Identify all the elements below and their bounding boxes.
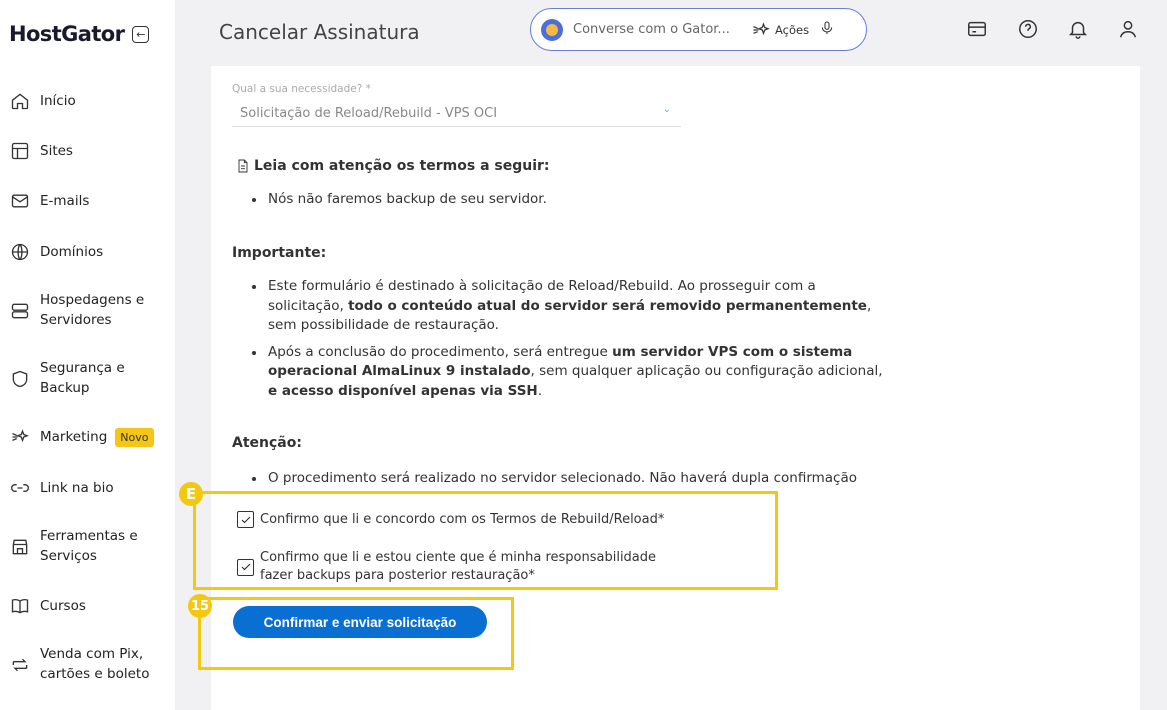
- sidebar-item-label: Ferramentas e Serviços: [40, 528, 138, 564]
- chevron-down-icon: ⌄: [662, 104, 671, 115]
- sidebar-item-inicio[interactable]: Início: [9, 90, 76, 112]
- sidebar-item-label: E-mails: [40, 193, 90, 209]
- need-select-value: Solicitação de Reload/Rebuild - VPS OCI: [240, 105, 498, 121]
- home-icon: [9, 90, 31, 112]
- link-icon: [9, 477, 31, 499]
- text-span: Após a conclusão do procedimento, será e…: [268, 343, 613, 360]
- sidebar-item-sites[interactable]: Sites: [9, 140, 73, 162]
- sidebar-item-dominios[interactable]: Domínios: [9, 241, 103, 263]
- server-icon: [9, 300, 31, 322]
- sidebar-item-emails[interactable]: E-mails: [9, 190, 89, 212]
- sidebar-item-label: Início: [40, 93, 76, 109]
- collapse-sidebar-icon[interactable]: ←: [132, 25, 150, 43]
- sidebar-item-label: Marketing: [40, 429, 108, 445]
- list-item: Após a conclusão do procedimento, será e…: [251, 343, 891, 402]
- sparkle-icon: [753, 21, 770, 35]
- bold-text: e acesso disponível apenas via SSH: [268, 382, 538, 399]
- exchange-icon: [9, 654, 31, 676]
- sidebar-item-link-na-bio[interactable]: Link na bio: [9, 477, 114, 499]
- terms-heading: Leia com atenção os termos a seguir:: [235, 157, 550, 175]
- text-span: .: [537, 382, 543, 399]
- document-icon: [238, 159, 248, 173]
- sparkle-icon: [9, 426, 31, 448]
- gator-chat-search[interactable]: Converse com o Gator... Ações: [530, 8, 867, 51]
- sidebar-item-label: Venda com Pix, cartões e boleto: [40, 646, 150, 682]
- list-item: Nós não faremos backup de seu servidor.: [251, 190, 891, 210]
- layout-icon: [9, 140, 31, 162]
- list-item: O procedimento será realizado no servido…: [251, 469, 891, 489]
- sidebar-item-label: Segurança e Backup: [40, 360, 125, 396]
- annotation-highlight-checkboxes: [193, 491, 778, 590]
- shield-icon: [9, 368, 31, 390]
- attention-title: Atenção:: [232, 435, 302, 451]
- top-header: Cancelar Assinatura Converse com o Gator…: [175, 0, 1167, 62]
- sidebar-item-label: Link na bio: [40, 480, 114, 496]
- important-list: Este formulário é destinado à solicitaçã…: [251, 277, 891, 408]
- store-icon: [9, 536, 31, 558]
- sidebar-item-venda-pix[interactable]: Venda com Pix, cartões e boleto: [9, 644, 162, 684]
- page-title: Cancelar Assinatura: [219, 20, 420, 44]
- mail-icon: [9, 190, 31, 212]
- logo-row: HostGator ←: [9, 22, 150, 46]
- text-span: , sem qualquer aplicação ou configuração…: [530, 363, 883, 379]
- sidebar-item-marketing[interactable]: Marketing Novo: [9, 426, 154, 448]
- bold-text: todo o conteúdo atual do servidor será r…: [348, 297, 867, 314]
- book-icon: [9, 595, 31, 617]
- gator-avatar-icon: [541, 18, 563, 41]
- actions-label: Ações: [775, 22, 810, 37]
- sidebar-item-label: Sites: [40, 143, 73, 159]
- annotation-highlight-submit: [198, 597, 514, 670]
- billing-card-icon[interactable]: [966, 18, 988, 40]
- microphone-icon[interactable]: [819, 19, 835, 41]
- user-profile-icon[interactable]: [1117, 18, 1139, 40]
- help-icon[interactable]: [1017, 18, 1039, 40]
- need-select-label: Qual a sua necessidade? *: [232, 83, 371, 95]
- sidebar-item-cursos[interactable]: Cursos: [9, 595, 86, 617]
- notification-bell-icon[interactable]: [1067, 18, 1089, 40]
- hostgator-logo[interactable]: HostGator: [9, 22, 125, 46]
- sidebar-item-seguranca[interactable]: Segurança e Backup: [9, 358, 140, 398]
- sidebar-item-label: Hospedagens e Servidores: [40, 292, 145, 328]
- terms-list: Nós não faremos backup de seu servidor.: [251, 190, 891, 217]
- terms-heading-text: Leia com atenção os termos a seguir:: [254, 158, 550, 174]
- new-badge: Novo: [115, 427, 154, 447]
- search-input[interactable]: Converse com o Gator...: [573, 22, 743, 37]
- annotation-badge: E: [179, 482, 203, 506]
- annotation-badge: 15: [188, 594, 212, 618]
- globe-icon: [9, 241, 31, 263]
- sidebar-item-label: Cursos: [40, 598, 86, 614]
- important-title: Importante:: [232, 245, 327, 261]
- list-item: Este formulário é destinado à solicitaçã…: [251, 277, 891, 336]
- need-select[interactable]: Solicitação de Reload/Rebuild - VPS OCI …: [232, 100, 681, 127]
- sidebar-item-ferramentas[interactable]: Ferramentas e Serviços: [9, 526, 158, 566]
- sidebar-item-hospedagens[interactable]: Hospedagens e Servidores: [9, 290, 158, 330]
- sidebar: HostGator ← Início Sites E-mails Domínio…: [0, 0, 175, 710]
- sidebar-item-label: Domínios: [40, 244, 104, 260]
- actions-button[interactable]: Ações: [751, 20, 809, 40]
